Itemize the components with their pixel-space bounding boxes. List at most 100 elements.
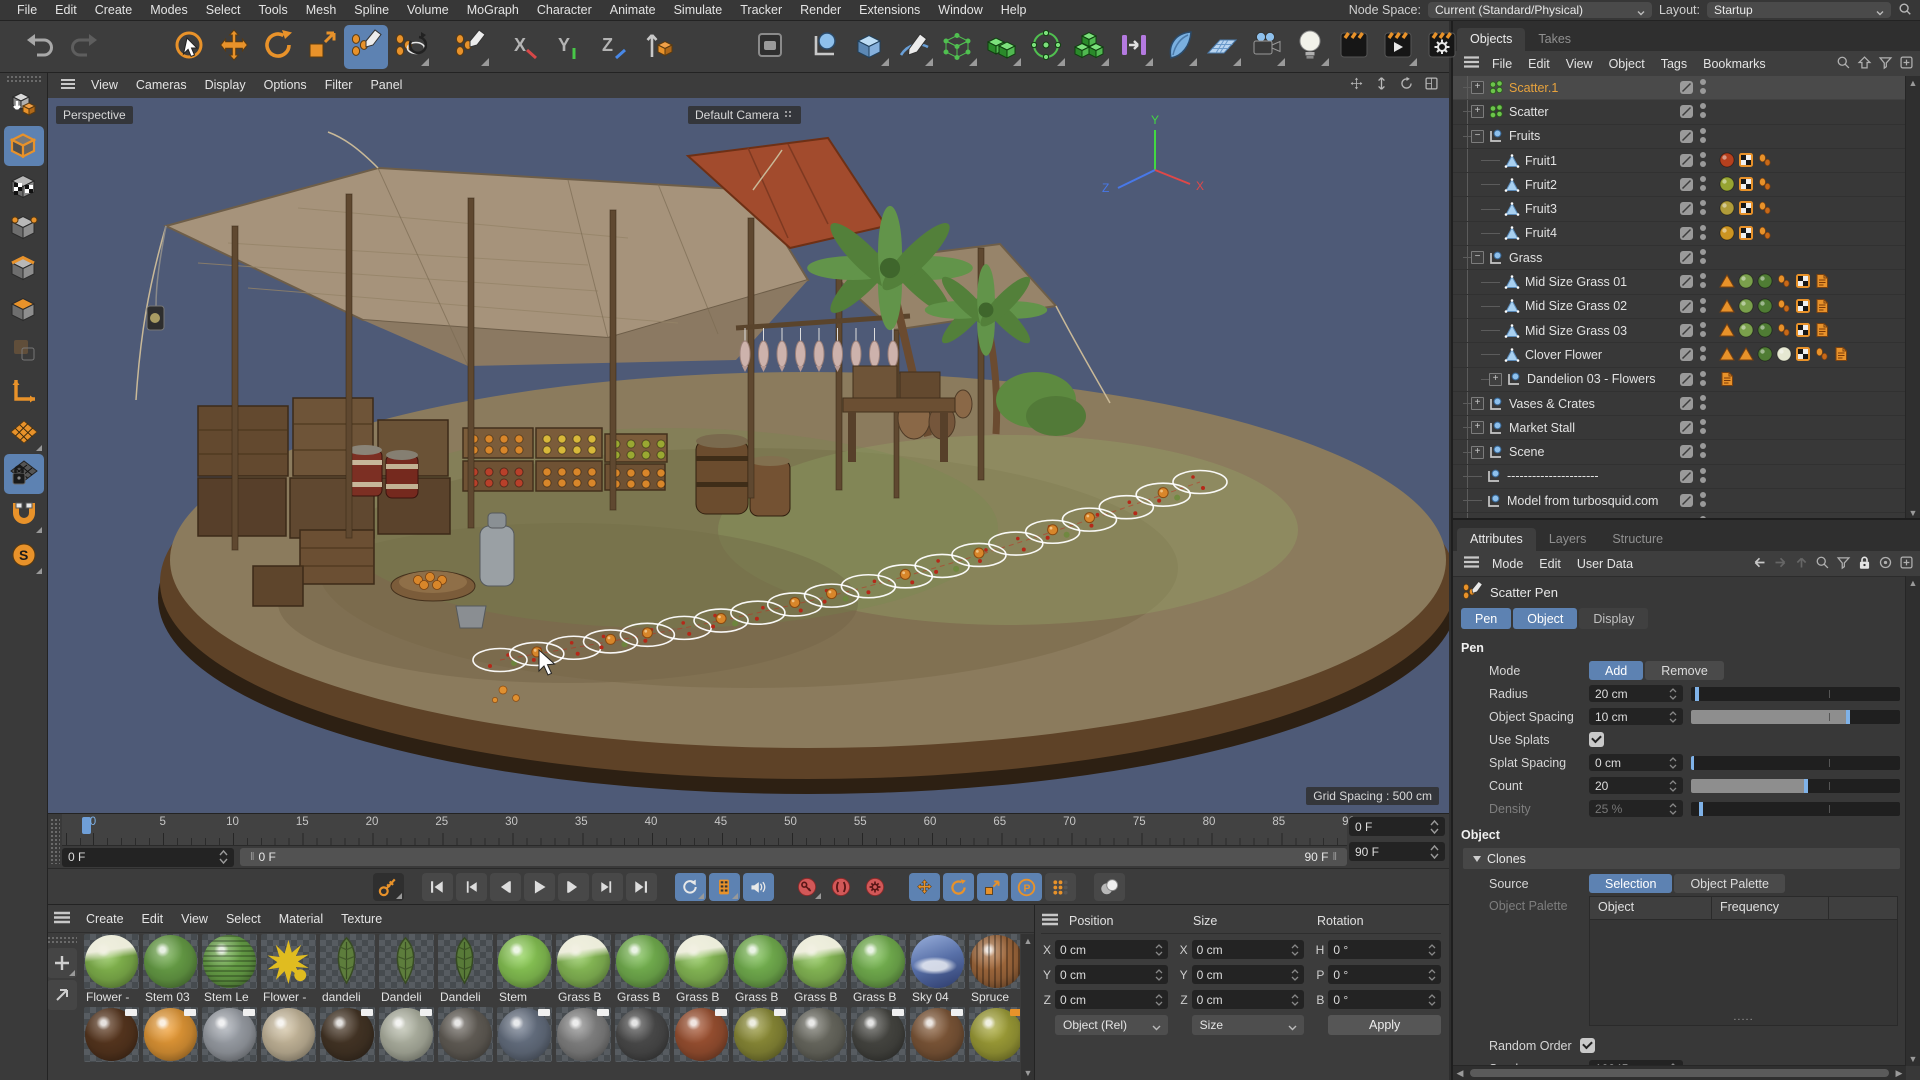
- section-tab-object[interactable]: Object: [1513, 608, 1577, 629]
- visibility-dots[interactable]: [1700, 152, 1706, 167]
- texture-mode[interactable]: [4, 167, 44, 207]
- section-tab-display[interactable]: Display: [1579, 608, 1648, 629]
- object-row-dandelion-03-flowers[interactable]: +Dandelion 03 - Flowers: [1453, 368, 1920, 392]
- camera-label[interactable]: Default Camera: [688, 106, 801, 124]
- spinner-icon[interactable]: [1291, 943, 1299, 957]
- lock-workplane[interactable]: [4, 454, 44, 494]
- param-slider[interactable]: [1691, 710, 1900, 724]
- key-rotation[interactable]: [943, 873, 974, 901]
- layer-toggle-icon[interactable]: [1679, 396, 1694, 414]
- material-item[interactable]: [497, 1007, 552, 1062]
- attr-menu-user-data[interactable]: User Data: [1569, 554, 1641, 574]
- menu-mograph[interactable]: MoGraph: [458, 0, 528, 20]
- slider-handle[interactable]: [1691, 756, 1694, 770]
- object-row-fruit4[interactable]: Fruit4: [1453, 222, 1920, 246]
- layer-toggle-icon[interactable]: [1679, 153, 1694, 171]
- material-item[interactable]: Grass B: [733, 934, 788, 1004]
- coordinate-system-toggle[interactable]: [638, 25, 682, 69]
- material-item[interactable]: Grass B: [556, 934, 611, 1004]
- layer-toggle-icon[interactable]: [1679, 80, 1694, 98]
- note-tag-icon[interactable]: [1833, 346, 1849, 362]
- sound-toggle[interactable]: [743, 873, 774, 901]
- create-generator[interactable]: [980, 25, 1024, 69]
- coord-value-field[interactable]: 0 cm: [1192, 965, 1305, 984]
- uvw-tag-icon[interactable]: [1795, 322, 1811, 338]
- end-frame-field[interactable]: 90 F: [1349, 842, 1445, 861]
- object-row-scatter-1[interactable]: +Scatter.1: [1453, 76, 1920, 100]
- object-row--[interactable]: ----------------------: [1453, 465, 1920, 489]
- menu-edit[interactable]: Edit: [46, 0, 86, 20]
- snap-settings[interactable]: [4, 495, 44, 535]
- visibility-dots[interactable]: [1700, 298, 1706, 313]
- coord-value-field[interactable]: 0 cm: [1055, 965, 1168, 984]
- layer-toggle-icon[interactable]: [1679, 129, 1694, 147]
- view-dolly-icon[interactable]: [1374, 76, 1389, 94]
- material-menu-edit[interactable]: Edit: [133, 909, 173, 929]
- timeline-grip[interactable]: [50, 818, 60, 864]
- material-menu-material[interactable]: Material: [270, 909, 332, 929]
- spinner-icon[interactable]: [1669, 710, 1677, 724]
- move-tool[interactable]: [212, 25, 256, 69]
- phong-tag-icon[interactable]: [1757, 225, 1773, 241]
- interactive-render-region[interactable]: [748, 25, 792, 69]
- material-tag-icon[interactable]: [1738, 273, 1754, 289]
- coord-mode-dropdown[interactable]: Size: [1192, 1015, 1305, 1035]
- layer-toggle-icon[interactable]: [1679, 299, 1694, 317]
- loop-mode[interactable]: [675, 873, 706, 901]
- node-space-dropdown[interactable]: Current (Standard/Physical): [1428, 2, 1652, 18]
- uvw-tag-icon[interactable]: [1795, 298, 1811, 314]
- viewport-menu-options[interactable]: Options: [255, 75, 316, 95]
- spinner-icon[interactable]: [219, 849, 228, 865]
- material-item[interactable]: Grass B: [792, 934, 847, 1004]
- slider-handle[interactable]: [1695, 687, 1699, 701]
- scatter-modify-tool[interactable]: [388, 25, 432, 69]
- material-menu-view[interactable]: View: [172, 909, 217, 929]
- material-menu-create[interactable]: Create: [77, 909, 133, 929]
- coord-value-field[interactable]: 0 °: [1328, 990, 1441, 1009]
- quantize-settings[interactable]: S: [4, 536, 44, 576]
- note-tag-icon[interactable]: [1719, 371, 1735, 387]
- axis-mode[interactable]: [4, 372, 44, 412]
- sel-tag-icon[interactable]: [1719, 298, 1735, 314]
- layer-toggle-icon[interactable]: [1679, 372, 1694, 390]
- lock-z-axis[interactable]: Z: [590, 25, 634, 69]
- layer-toggle-icon[interactable]: [1679, 177, 1694, 195]
- add-material-button[interactable]: [47, 948, 77, 978]
- slider-handle[interactable]: [1846, 710, 1850, 724]
- menu-mesh[interactable]: Mesh: [297, 0, 346, 20]
- random-order-checkbox[interactable]: [1580, 1038, 1595, 1053]
- layer-toggle-icon[interactable]: [1679, 226, 1694, 244]
- menu-tracker[interactable]: Tracker: [731, 0, 791, 20]
- visibility-dots[interactable]: [1700, 79, 1706, 94]
- open-material-button[interactable]: [47, 980, 77, 1010]
- param-slider[interactable]: [1691, 802, 1900, 816]
- keyframe-film[interactable]: [709, 873, 740, 901]
- attribute-menu-icon[interactable]: [1463, 556, 1480, 571]
- morph-record[interactable]: [1094, 873, 1125, 901]
- key-scale[interactable]: [977, 873, 1008, 901]
- material-item[interactable]: [851, 1007, 906, 1062]
- search-icon[interactable]: [1815, 555, 1830, 573]
- lock-icon[interactable]: [1857, 555, 1872, 573]
- palette-resize-handle[interactable]: .....: [1733, 1011, 1753, 1023]
- coord-mode-dropdown[interactable]: Object (Rel): [1055, 1015, 1168, 1035]
- create-environment[interactable]: [1156, 25, 1200, 69]
- tweak-mode[interactable]: [4, 331, 44, 371]
- param-value-field[interactable]: 25 %: [1589, 800, 1683, 817]
- slider-handle[interactable]: [1699, 802, 1703, 816]
- layer-toggle-icon[interactable]: [1679, 201, 1694, 219]
- spinner-icon[interactable]: [1669, 687, 1677, 701]
- material-tag-icon[interactable]: [1719, 200, 1735, 216]
- tab-objects[interactable]: Objects: [1457, 28, 1525, 51]
- undo-button[interactable]: [18, 25, 62, 69]
- layout-search-icon[interactable]: [1898, 2, 1912, 19]
- coord-value-field[interactable]: 0 cm: [1055, 940, 1168, 959]
- material-item[interactable]: [615, 1007, 670, 1062]
- attribute-horizontal-scrollbar[interactable]: ◀▶: [1453, 1065, 1906, 1080]
- create-floor[interactable]: [1200, 25, 1244, 69]
- note-tag-icon[interactable]: [1814, 273, 1830, 289]
- material-tag-icon[interactable]: [1776, 346, 1792, 362]
- material-tag-icon[interactable]: [1757, 322, 1773, 338]
- object-manager-menu-icon[interactable]: [1463, 56, 1480, 71]
- coord-value-field[interactable]: 0 cm: [1192, 940, 1305, 959]
